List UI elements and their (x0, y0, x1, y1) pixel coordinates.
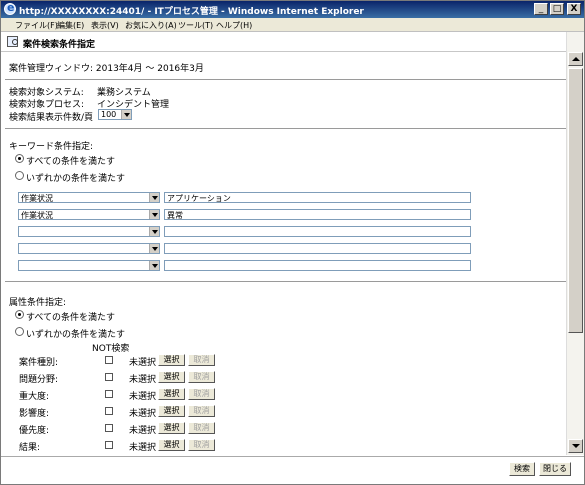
select-button[interactable]: 選択 (158, 388, 185, 400)
scrollbar-thumb[interactable] (568, 68, 583, 333)
not-checkbox[interactable] (105, 441, 113, 449)
page-title: 案件検索条件指定 (23, 40, 96, 50)
menu-favorites[interactable]: お気に入り(A) (125, 20, 177, 31)
chevron-down-icon (149, 244, 159, 253)
attribute-status: 未選択 (129, 409, 157, 419)
menu-bar: ファイル(F) 編集(E) 表示(V) お気に入り(A) ツール(T) ヘルプ(… (1, 18, 584, 32)
menu-edit[interactable]: 編集(E) (57, 20, 84, 31)
search-form: 案件管理ウィンドウ: 2013年4月 ～ 2016年3月 検索対象システム: 業… (1, 53, 566, 455)
keyword-value-input-3[interactable] (164, 226, 471, 237)
keyword-value-input-2[interactable]: 異常 (164, 209, 471, 220)
cancel-button[interactable]: 取消 (188, 422, 215, 434)
keyword-field-select-1[interactable]: 作業状況 (18, 192, 160, 203)
cancel-button[interactable]: 取消 (188, 405, 215, 417)
keyword-value-text: 異常 (167, 211, 183, 220)
attribute-status: 未選択 (129, 392, 157, 402)
menu-file[interactable]: ファイル(F) (15, 20, 58, 31)
attribute-label: 結果: (19, 443, 41, 453)
divider (5, 281, 566, 282)
chevron-down-icon (121, 110, 131, 119)
attribute-label: 優先度: (19, 426, 50, 436)
cancel-button[interactable]: 取消 (188, 354, 215, 366)
attribute-label: 重大度: (19, 392, 50, 402)
minimize-button[interactable]: _ (534, 3, 548, 15)
attribute-radio-all-label: すべての条件を満たす (26, 313, 116, 323)
keyword-field-select-3[interactable] (18, 226, 160, 237)
cancel-button[interactable]: 取消 (188, 439, 215, 451)
browser-window: http://XXXXXXXX:24401/ - ITプロセス管理 - Wind… (0, 0, 585, 485)
keyword-value-input-5[interactable] (164, 260, 471, 271)
not-checkbox[interactable] (105, 407, 113, 415)
attribute-status: 未選択 (129, 375, 157, 385)
menu-help[interactable]: ヘルプ(H) (216, 20, 252, 31)
keyword-field-value: 作業状況 (21, 211, 53, 220)
keyword-field-value: 作業状況 (21, 194, 53, 203)
chevron-down-icon (149, 210, 159, 219)
keyword-radio-any[interactable] (15, 171, 24, 180)
attribute-status: 未選択 (129, 443, 157, 453)
select-button[interactable]: 選択 (158, 354, 185, 366)
select-button[interactable]: 選択 (158, 422, 185, 434)
attribute-radio-any-label: いずれかの条件を満たす (26, 330, 126, 340)
keyword-heading: キーワード条件指定: (9, 142, 94, 152)
menu-tools[interactable]: ツール(T) (178, 20, 213, 31)
title-bar: http://XXXXXXXX:24401/ - ITプロセス管理 - Wind… (1, 1, 584, 18)
scroll-up-icon[interactable] (568, 52, 583, 66)
close-button[interactable]: 閉じる (539, 462, 571, 476)
maximize-button[interactable]: □ (550, 3, 564, 15)
attribute-label: 案件種別: (19, 358, 59, 368)
menu-view[interactable]: 表示(V) (91, 20, 119, 31)
search-button[interactable]: 検索 (509, 462, 535, 476)
search-condition-icon (7, 36, 18, 47)
keyword-value-input-1[interactable]: アプリケーション (164, 192, 471, 203)
chevron-down-icon (149, 261, 159, 270)
results-per-page-select[interactable]: 100 (98, 109, 132, 120)
ie-icon (4, 1, 16, 15)
attribute-label: 影響度: (19, 409, 50, 419)
keyword-radio-all[interactable] (15, 154, 24, 163)
attribute-radio-all[interactable] (15, 310, 24, 319)
cancel-button[interactable]: 取消 (188, 371, 215, 383)
keyword-value-text: アプリケーション (167, 194, 231, 203)
keyword-radio-any-label: いずれかの条件を満たす (26, 174, 126, 184)
not-checkbox[interactable] (105, 356, 113, 364)
divider (5, 128, 566, 129)
not-checkbox[interactable] (105, 373, 113, 381)
attribute-status: 未選択 (129, 358, 157, 368)
cancel-button[interactable]: 取消 (188, 388, 215, 400)
not-search-header: NOT検索 (92, 344, 130, 354)
close-window-button[interactable]: X (567, 3, 581, 15)
vertical-scrollbar[interactable] (566, 32, 584, 455)
select-button[interactable]: 選択 (158, 405, 185, 417)
attribute-radio-any[interactable] (15, 327, 24, 336)
attribute-label: 問題分野: (19, 375, 59, 385)
window-period: 案件管理ウィンドウ: 2013年4月 ～ 2016年3月 (9, 64, 204, 74)
select-button[interactable]: 選択 (158, 371, 185, 383)
window-title: http://XXXXXXXX:24401/ - ITプロセス管理 - Wind… (19, 7, 364, 17)
keyword-radio-all-label: すべての条件を満たす (26, 157, 116, 167)
scroll-down-icon[interactable] (568, 439, 583, 453)
page-header: 案件検索条件指定 (1, 32, 584, 52)
select-button[interactable]: 選択 (158, 439, 185, 451)
keyword-field-select-2[interactable]: 作業状況 (18, 209, 160, 220)
results-per-page-value: 100 (101, 110, 117, 119)
keyword-field-select-4[interactable] (18, 243, 160, 254)
keyword-field-select-5[interactable] (18, 260, 160, 271)
not-checkbox[interactable] (105, 424, 113, 432)
footer: 検索 閉じる (1, 456, 584, 484)
keyword-value-input-4[interactable] (164, 243, 471, 254)
attribute-status: 未選択 (129, 426, 157, 436)
chevron-down-icon (149, 227, 159, 236)
count-label: 検索結果表示件数/頁 (9, 113, 94, 123)
chevron-down-icon (149, 193, 159, 202)
process-label: 検索対象プロセス: (9, 100, 85, 110)
attribute-heading: 属性条件指定: (9, 298, 67, 308)
not-checkbox[interactable] (105, 390, 113, 398)
divider (5, 79, 566, 80)
